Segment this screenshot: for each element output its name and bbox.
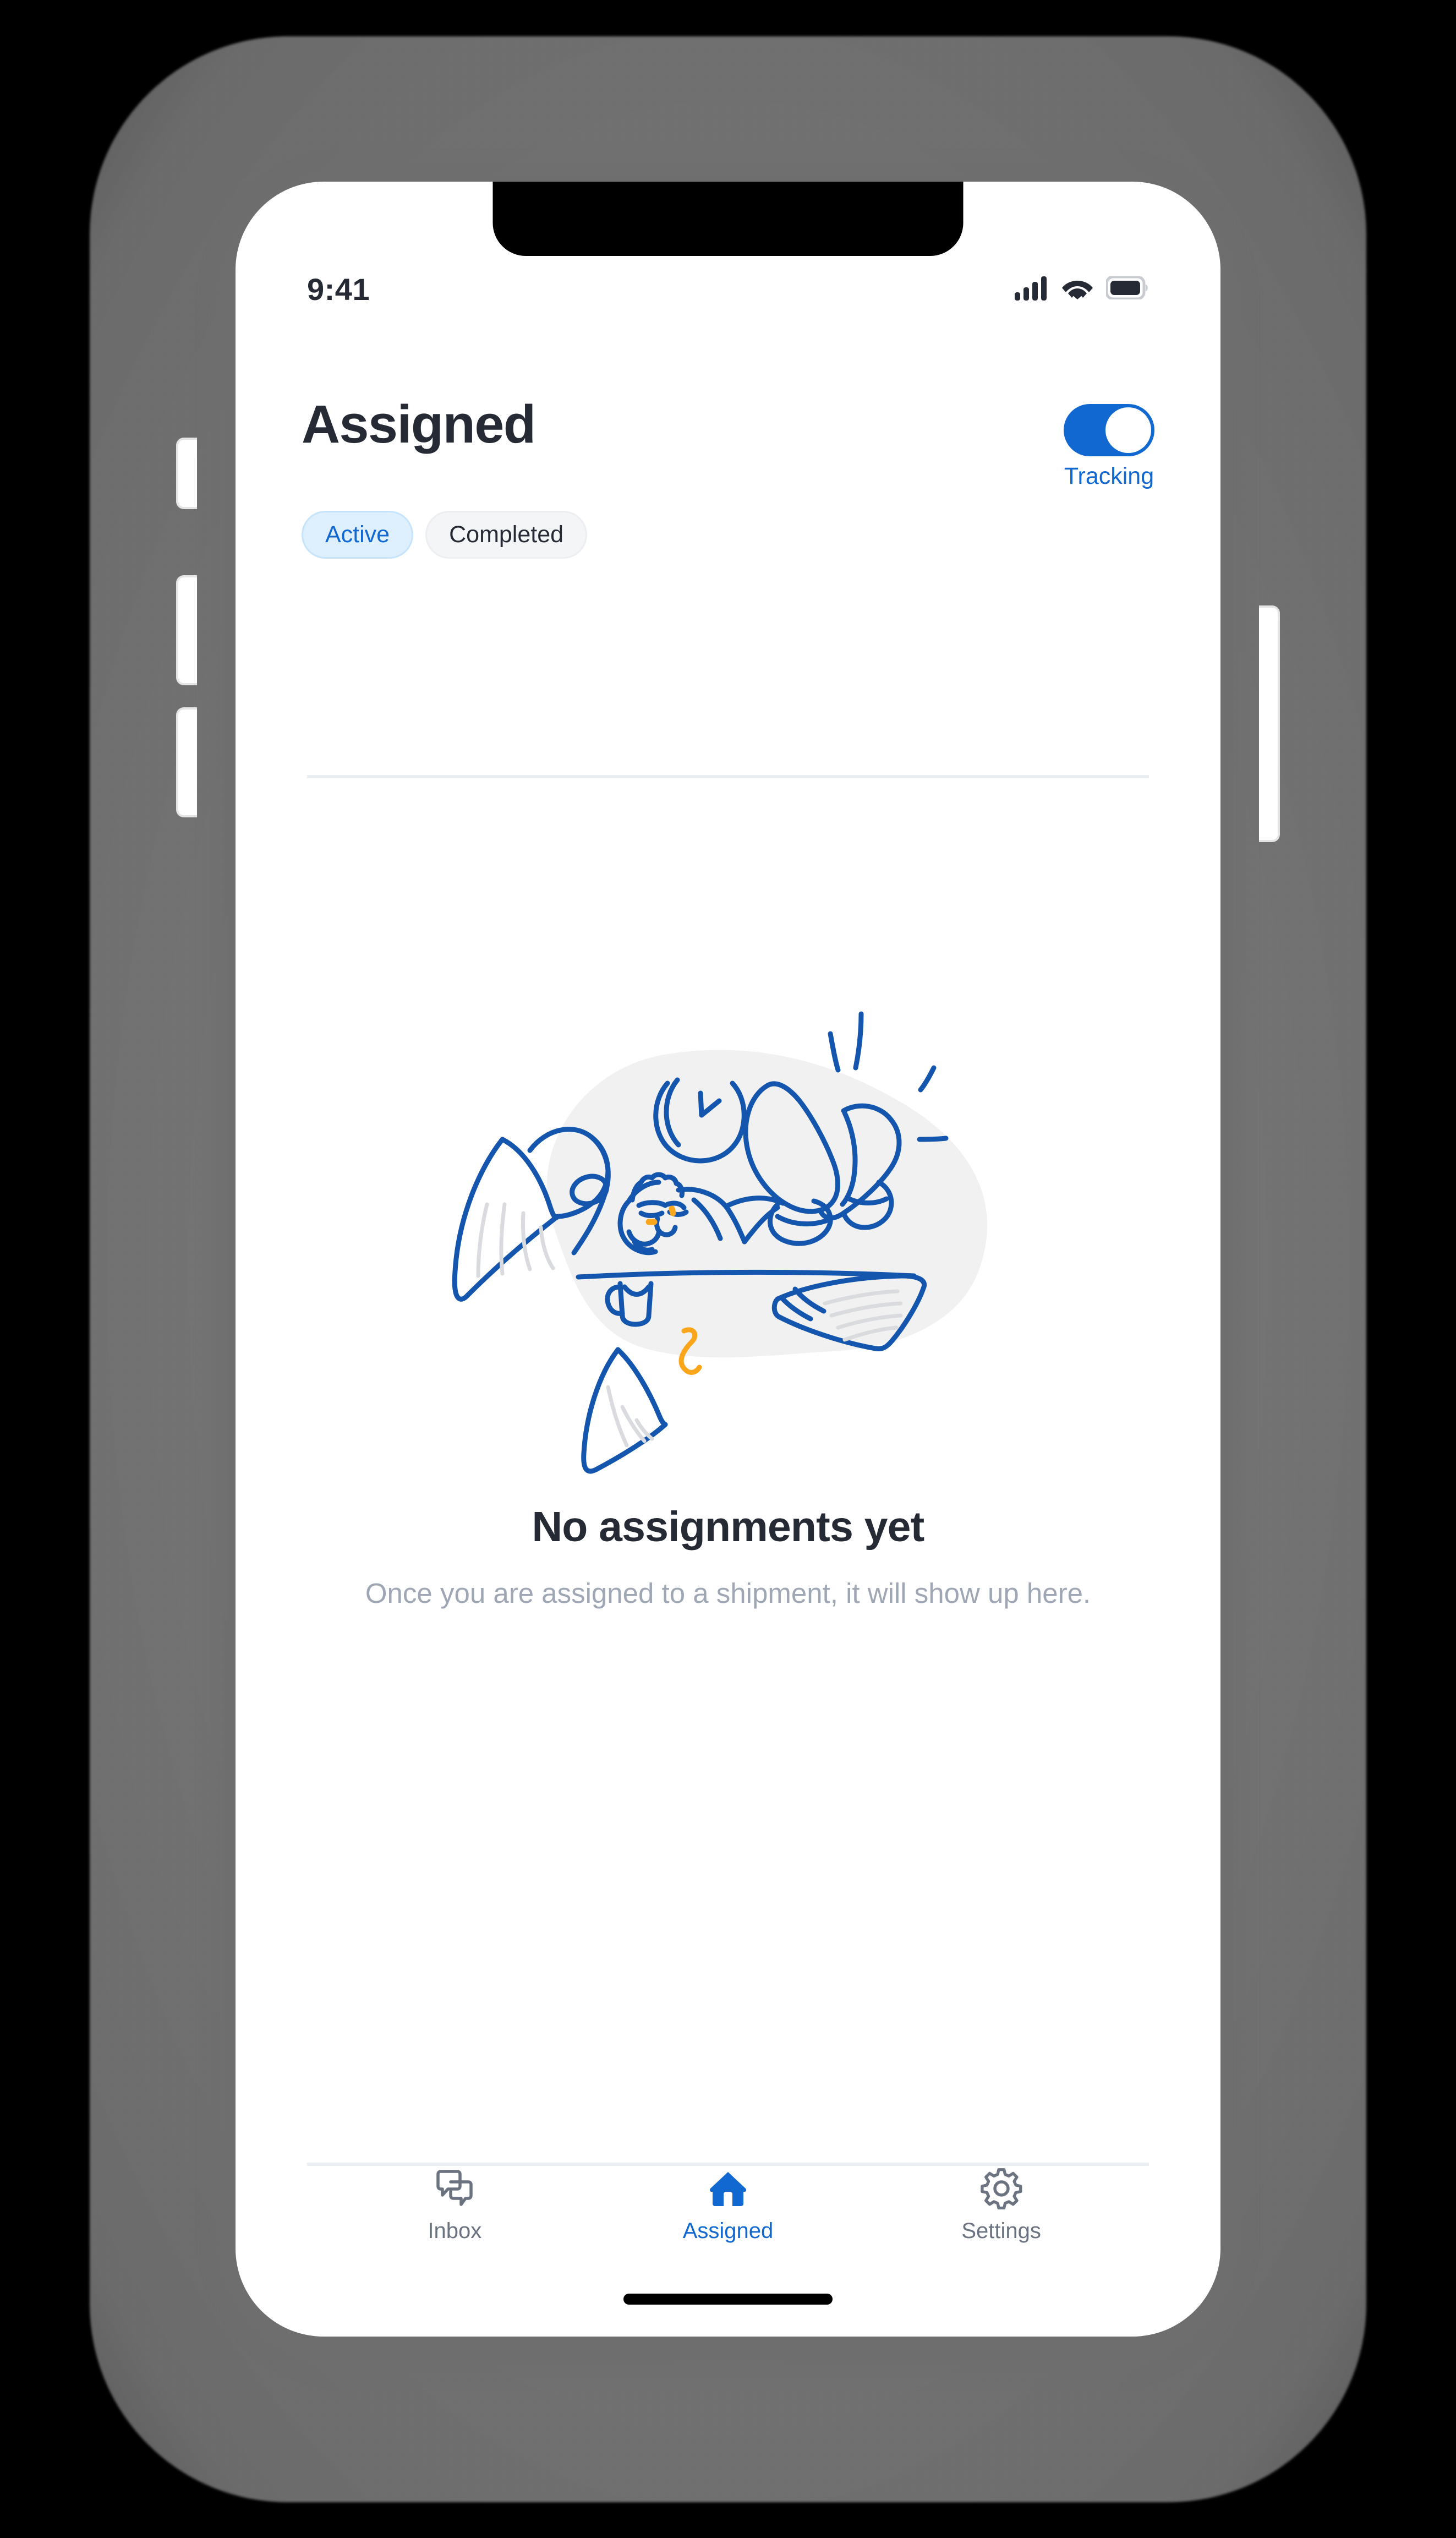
nav-item-assigned[interactable]: Assigned bbox=[645, 2167, 811, 2244]
nav-label-inbox: Inbox bbox=[428, 2219, 482, 2243]
segment-tabs: Active Completed bbox=[302, 511, 1154, 559]
volume-down-button[interactable] bbox=[176, 707, 197, 817]
tracking-label: Tracking bbox=[1064, 463, 1154, 489]
home-icon bbox=[707, 2167, 749, 2210]
cellular-signal-icon bbox=[1015, 275, 1049, 303]
status-bar-icons bbox=[1015, 275, 1149, 303]
nav-label-assigned: Assigned bbox=[682, 2219, 774, 2243]
battery-icon bbox=[1105, 275, 1149, 302]
header-row: Assigned Tracking bbox=[302, 396, 1154, 490]
gear-icon bbox=[980, 2167, 1022, 2210]
status-bar-time: 9:41 bbox=[307, 271, 370, 307]
empty-state-title: No assignments yet bbox=[532, 1503, 924, 1551]
volume-up-button[interactable] bbox=[176, 575, 197, 685]
chat-bubbles-icon bbox=[434, 2167, 475, 2210]
tab-active[interactable]: Active bbox=[302, 511, 414, 559]
device-notch bbox=[492, 182, 964, 256]
empty-state: No assignments yet Once you are assigned… bbox=[236, 985, 1220, 1612]
nav-item-settings[interactable]: Settings bbox=[919, 2167, 1084, 2244]
page-title: Assigned bbox=[302, 394, 536, 454]
bottom-nav-divider bbox=[307, 2163, 1149, 2166]
power-button[interactable] bbox=[1259, 605, 1280, 842]
tab-completed[interactable]: Completed bbox=[425, 511, 588, 559]
wifi-icon bbox=[1061, 275, 1094, 303]
person-relaxing-feet-on-desk-illustration bbox=[452, 1011, 988, 1474]
tracking-toggle[interactable] bbox=[1064, 404, 1154, 456]
status-bar: 9:41 bbox=[236, 270, 1220, 308]
silent-switch-button[interactable] bbox=[176, 438, 197, 509]
home-indicator[interactable] bbox=[623, 2294, 833, 2305]
bottom-navigation-bar: Inbox Assigned Settings bbox=[236, 2167, 1220, 2272]
tracking-toggle-knob bbox=[1105, 407, 1151, 453]
nav-label-settings: Settings bbox=[961, 2219, 1041, 2243]
nav-item-inbox[interactable]: Inbox bbox=[372, 2167, 537, 2244]
header-divider bbox=[307, 775, 1149, 778]
tracking-control[interactable]: Tracking bbox=[1064, 404, 1154, 490]
phone-screen: 9:41 Assigned Tracking Active Completed … bbox=[236, 182, 1220, 2337]
empty-state-subtitle: Once you are assigned to a shipment, it … bbox=[365, 1578, 1091, 1609]
page-header: Assigned Tracking Active Completed bbox=[236, 396, 1220, 559]
